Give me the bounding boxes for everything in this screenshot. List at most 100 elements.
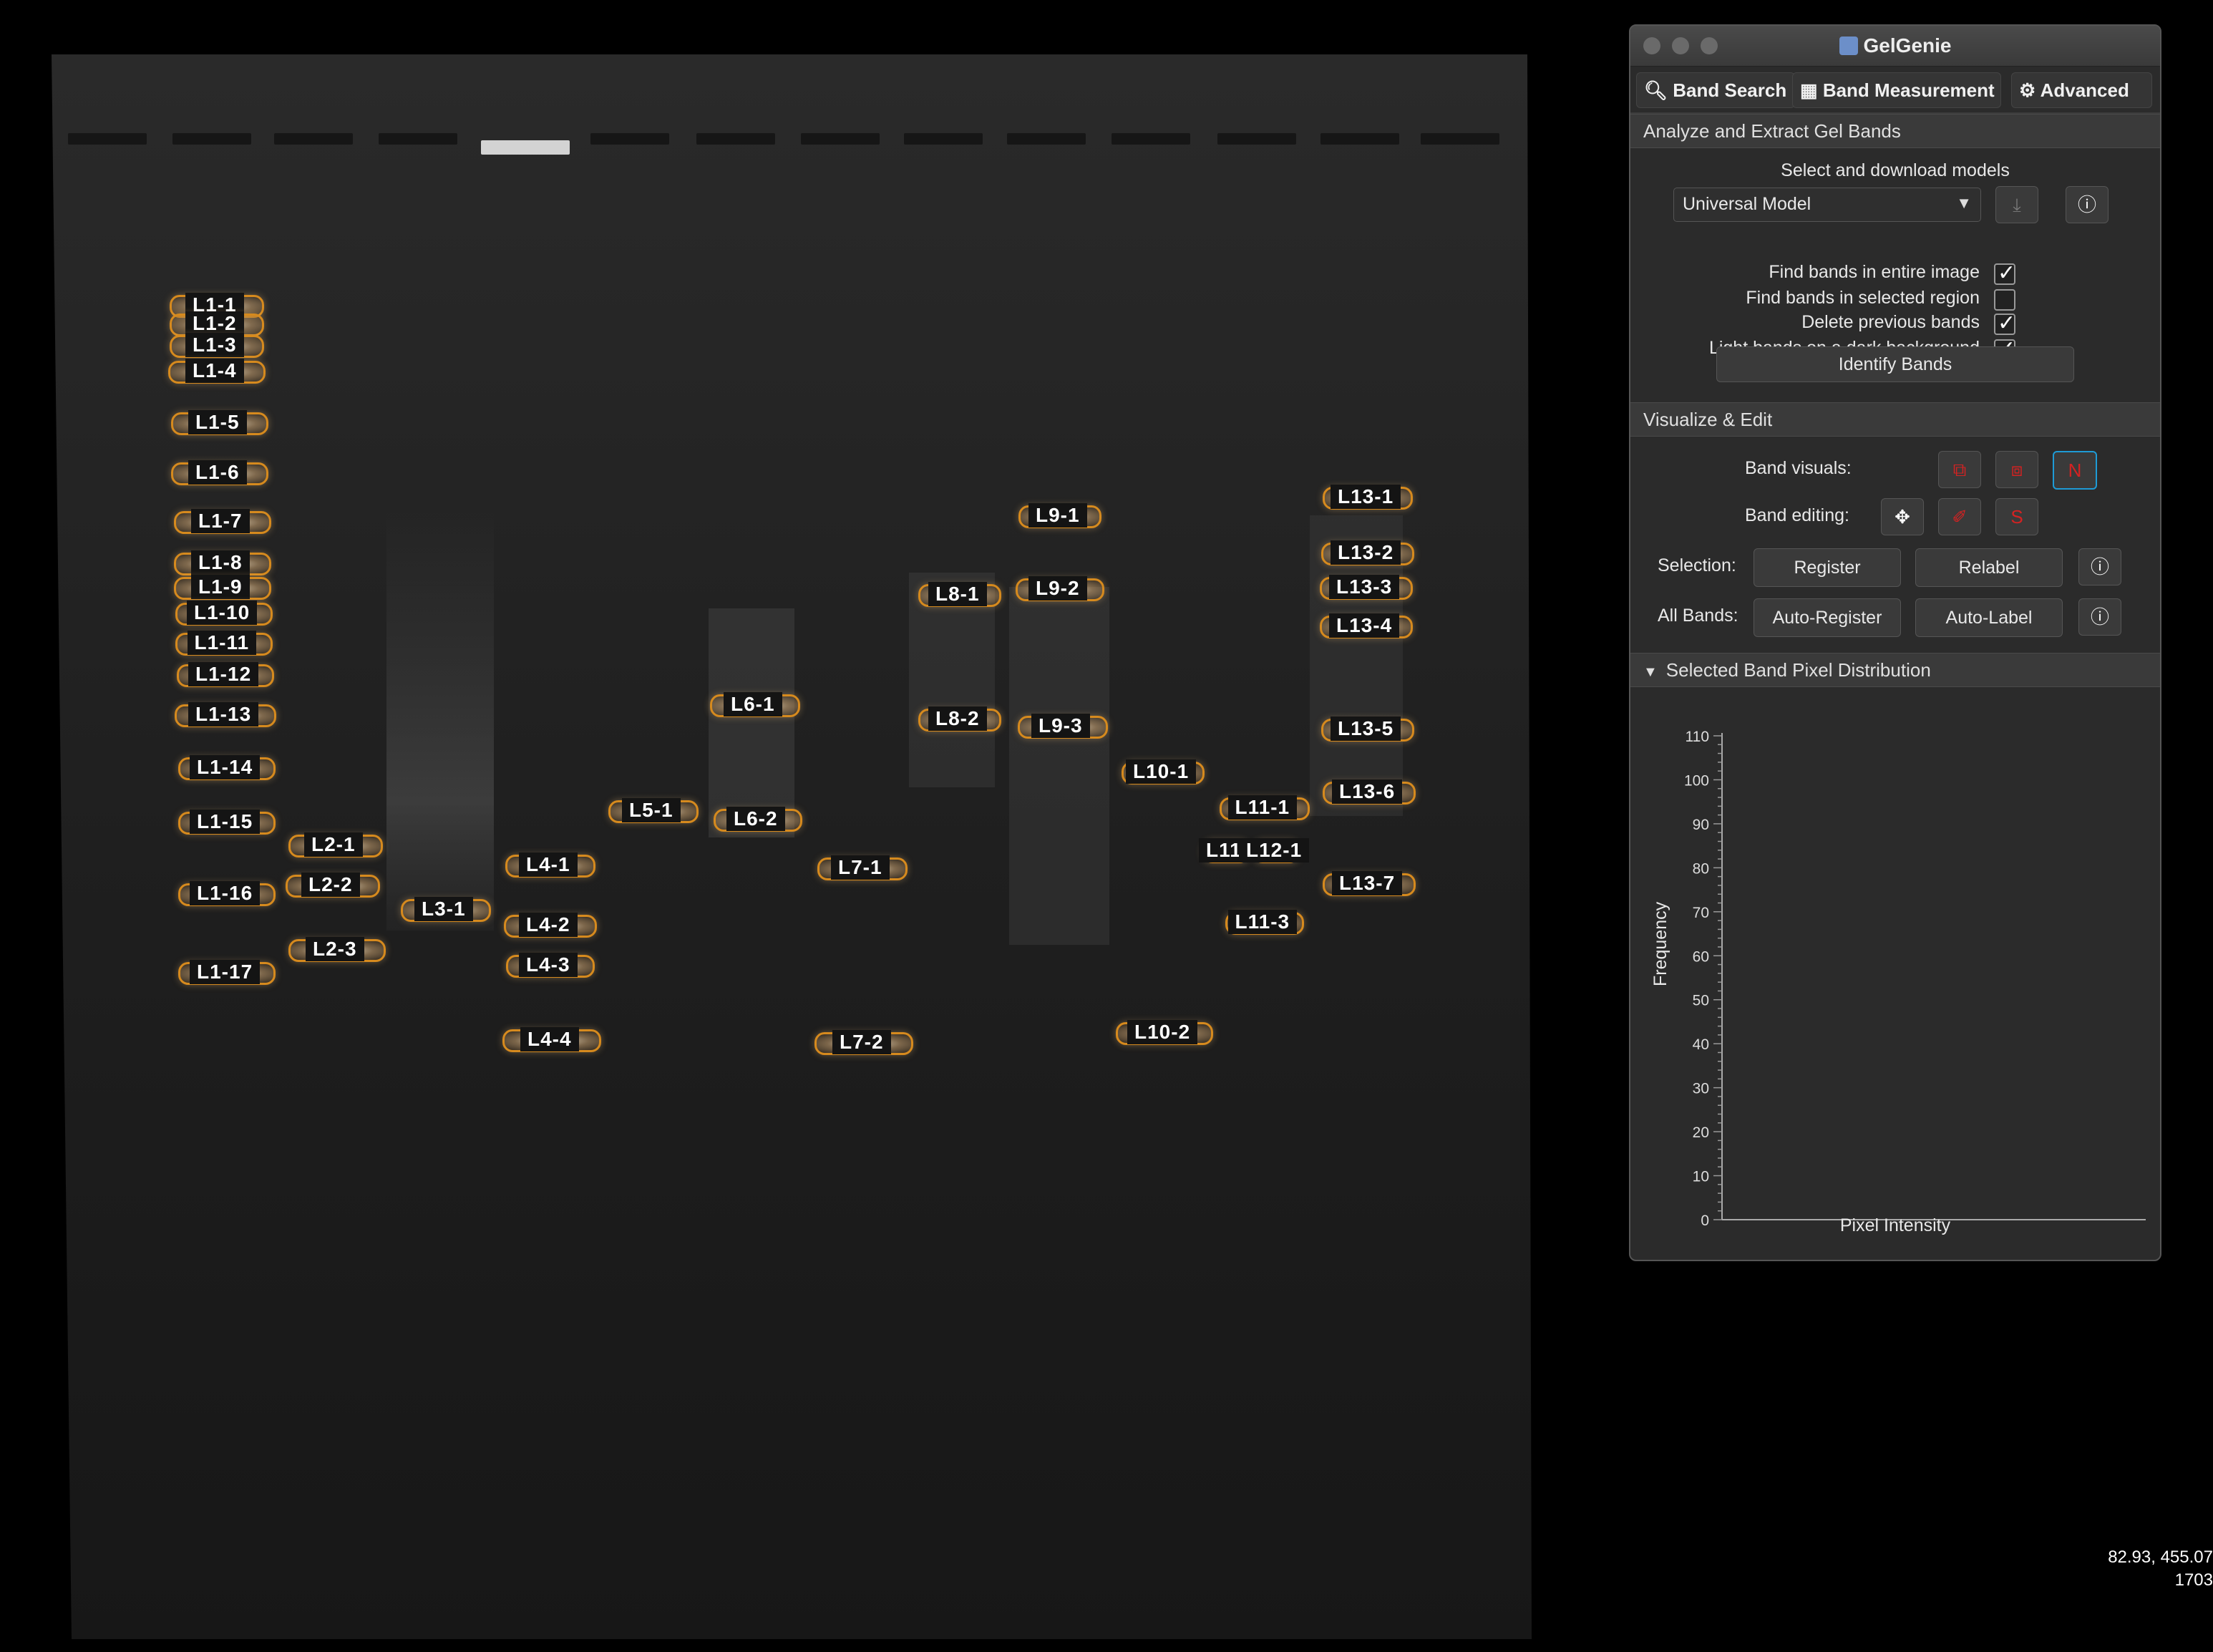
band-label: L9-2: [1028, 576, 1087, 601]
move-tool-button[interactable]: ✥: [1881, 498, 1924, 535]
band-label: L2-1: [304, 832, 363, 857]
band-label: L4-1: [519, 852, 578, 877]
chevron-down-icon: ▼: [1956, 194, 1972, 212]
band-editing-label: Band editing:: [1745, 505, 1849, 525]
band-label: L4-3: [519, 953, 578, 977]
band-label: L10-1: [1126, 759, 1197, 784]
option-label: Find bands in entire image: [1769, 262, 1980, 282]
band-label: L10-2: [1127, 1020, 1198, 1044]
y-tick-label: 10: [1693, 1169, 1709, 1185]
band-label: L4-4: [520, 1027, 579, 1051]
selection-label: Selection:: [1658, 555, 1736, 575]
band-label: L7-2: [832, 1030, 891, 1054]
chart-ylabel: Frequency: [1650, 901, 1670, 986]
model-dropdown[interactable]: Universal Model ▼: [1673, 188, 1981, 222]
tab-label: Band Search: [1673, 79, 1787, 101]
distribution-section-header[interactable]: ▼ Selected Band Pixel Distribution: [1630, 653, 2160, 687]
name-visual-button[interactable]: N: [2053, 451, 2097, 490]
band-label: L13-1: [1331, 485, 1401, 509]
band-label: L13-7: [1332, 871, 1403, 895]
y-tick-label: 110: [1686, 729, 1709, 745]
select-tool-button[interactable]: S: [1995, 498, 2038, 535]
title-bar[interactable]: GelGenie: [1630, 26, 2160, 67]
gel-image[interactable]: L1-1 L1-2 L1-3 L1-4 L1-5 L1-6 L1-7 L1-8 L1-9 L1-1…: [0, 0, 1532, 1652]
gel-well: [68, 133, 147, 145]
download-icon: ⤓: [2013, 194, 2021, 215]
option-checkbox[interactable]: ✓: [1994, 261, 2016, 285]
band-label: L1-10: [187, 601, 258, 625]
chart-xlabel: Pixel Intensity: [1839, 1215, 1951, 1235]
option-label: Delete previous bands: [1801, 312, 1980, 332]
y-tick-label: 50: [1693, 993, 1709, 1009]
gel-well: [696, 133, 775, 145]
outline-shape-icon: ⧉: [1952, 459, 1967, 480]
register-button[interactable]: Register: [1754, 548, 1901, 587]
pixel-distribution-chart: 0102030405060708090100110: [1684, 729, 2146, 1229]
option-label: Find bands in selected region: [1746, 288, 1980, 308]
cursor-value: 1703: [2174, 1570, 2213, 1590]
band-label: L1-11: [187, 631, 257, 655]
band-label: L1-6: [188, 460, 247, 485]
selection-info-button[interactable]: ⓘ: [2078, 548, 2121, 586]
y-tick-label: 70: [1693, 905, 1709, 921]
auto-label-button[interactable]: Auto-Label: [1915, 598, 2063, 637]
band-label: L7-1: [831, 855, 890, 880]
gel-well: [1320, 133, 1399, 145]
band-label: L1-8: [191, 550, 250, 575]
gel-well: [379, 133, 457, 145]
brush-icon: ✐: [1952, 506, 1968, 528]
info-icon: ⓘ: [2090, 606, 2109, 628]
brush-tool-button[interactable]: ✐: [1938, 498, 1981, 535]
tab-band-search[interactable]: 🔍︎ Band Search: [1636, 72, 1795, 108]
gel-well: [274, 133, 353, 145]
band-label: L1-2: [185, 311, 244, 336]
table-icon: ▦: [1800, 79, 1818, 101]
gel-well: [1112, 133, 1190, 145]
model-dropdown-value: Universal Model: [1683, 194, 1811, 214]
visualize-section-header[interactable]: Visualize & Edit: [1630, 402, 2160, 437]
checkmark-icon: ✓: [1998, 261, 2016, 285]
fill-visual-button[interactable]: ⧈: [1995, 451, 2038, 488]
band-label: L1-12: [188, 662, 259, 686]
y-tick-label: 80: [1693, 860, 1709, 877]
cursor-xy: 82.93, 455.07: [2108, 1547, 2213, 1567]
info-icon: ⓘ: [2077, 194, 2096, 215]
band-label: L8-2: [928, 706, 987, 731]
band-label: L1-7: [191, 509, 250, 533]
tab-label: Band Measurement: [1822, 79, 1995, 101]
y-tick-label: 20: [1693, 1124, 1709, 1141]
band-label: L6-1: [724, 692, 782, 716]
gel-well: [590, 133, 669, 145]
band-label: L2-2: [301, 873, 360, 897]
all-bands-info-button[interactable]: ⓘ: [2078, 598, 2121, 636]
distribution-header-text: Selected Band Pixel Distribution: [1665, 659, 1931, 681]
band-label: L5-1: [622, 798, 681, 822]
analyze-section-header[interactable]: Analyze and Extract Gel Bands: [1630, 114, 2160, 148]
band-label: L13-5: [1331, 716, 1401, 741]
gel-well: [481, 140, 570, 155]
gel-well: [172, 133, 251, 145]
option-checkbox[interactable]: [1994, 289, 2015, 311]
identify-bands-button[interactable]: Identify Bands: [1716, 346, 2074, 382]
relabel-button[interactable]: Relabel: [1915, 548, 2063, 587]
band-label: L13-6: [1332, 779, 1403, 804]
option-checkbox[interactable]: ✓: [1994, 311, 2015, 335]
band-label: L13-2: [1331, 540, 1401, 565]
tab-advanced[interactable]: ⚙ Advanced: [2011, 72, 2152, 108]
y-tick-label: 30: [1693, 1081, 1709, 1097]
tab-bar: 🔍︎ Band Search ▦ Band Measurement ⚙ Adva…: [1630, 67, 2160, 114]
model-select-label: Select and download models: [1781, 160, 2010, 180]
auto-register-button[interactable]: Auto-Register: [1754, 598, 1901, 637]
band-label: L1-5: [188, 410, 247, 434]
outline-visual-button[interactable]: ⧉: [1938, 451, 1981, 488]
band-label: L1-14: [190, 755, 261, 779]
app-logo-icon: [1839, 37, 1858, 55]
band-label: L1-3: [185, 333, 244, 357]
band-label: L1-4: [185, 359, 244, 383]
all-bands-label: All Bands:: [1658, 606, 1738, 626]
download-model-button[interactable]: ⤓: [1995, 186, 2038, 223]
tab-band-measurement[interactable]: ▦ Band Measurement: [1792, 72, 2001, 108]
y-tick-label: 40: [1693, 1036, 1709, 1053]
band-label: L11-3: [1227, 910, 1298, 934]
model-info-button[interactable]: ⓘ: [2066, 186, 2109, 223]
